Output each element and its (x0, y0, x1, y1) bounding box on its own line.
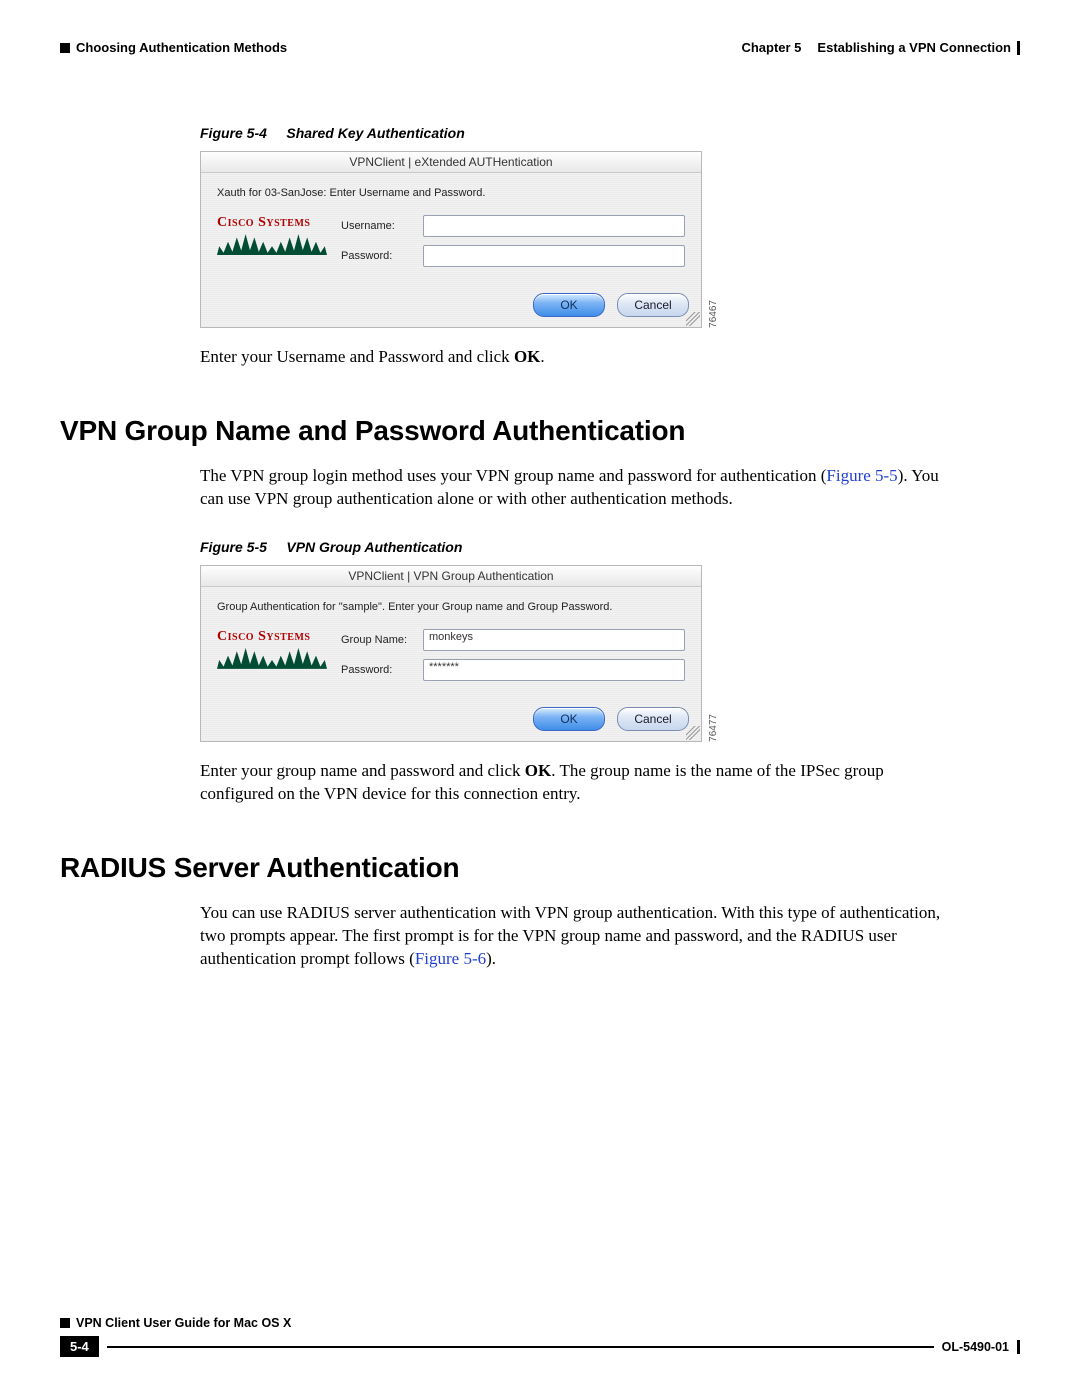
resize-handle-icon[interactable] (686, 726, 700, 740)
header-right: Chapter 5 Establishing a VPN Connection (741, 40, 1020, 55)
header-section-name: Choosing Authentication Methods (76, 40, 287, 55)
running-header: Choosing Authentication Methods Chapter … (60, 40, 1020, 55)
groupname-field[interactable]: monkeys (423, 629, 685, 651)
cisco-bridge-icon (217, 233, 327, 255)
password-label: Password: (341, 250, 423, 262)
footer-guide-title: VPN Client User Guide for Mac OS X (76, 1316, 1020, 1330)
heading-radius: RADIUS Server Authentication (60, 852, 1020, 884)
figure-4-number: Figure 5-4 (200, 125, 267, 141)
cancel-button[interactable]: Cancel (617, 293, 689, 317)
group-auth-dialog-title: VPNClient | VPN Group Authentication (201, 566, 701, 587)
group-password-label: Password: (341, 664, 423, 676)
header-chapter-title: Establishing a VPN Connection (817, 40, 1011, 55)
bold-ok: OK (525, 761, 551, 780)
group-password-field[interactable]: ******* (423, 659, 685, 681)
group-auth-dialog: VPNClient | VPN Group Authentication Gro… (200, 565, 702, 742)
cisco-bridge-icon (217, 647, 327, 669)
figure-4-caption: Figure 5-4 Shared Key Authentication (200, 125, 1020, 141)
heading-vpn-group: VPN Group Name and Password Authenticati… (60, 415, 1020, 447)
xauth-dialog-title: VPNClient | eXtended AUTHentication (201, 152, 701, 173)
figure-5-6-link[interactable]: Figure 5-6 (415, 949, 486, 968)
password-field[interactable] (423, 245, 685, 267)
figure-5-title: VPN Group Authentication (286, 539, 462, 555)
resize-handle-icon[interactable] (686, 312, 700, 326)
header-chapter-number: Chapter 5 (741, 40, 801, 55)
bold-ok: OK (514, 347, 540, 366)
bar-icon (1017, 1340, 1020, 1354)
para-vpn-group: The VPN group login method uses your VPN… (200, 465, 960, 511)
cisco-brand-text: Cisco Systems (217, 629, 327, 645)
footer-doc-id: OL-5490-01 (942, 1340, 1009, 1354)
cisco-logo: Cisco Systems (217, 629, 327, 669)
ok-button[interactable]: OK (533, 707, 605, 731)
ok-button[interactable]: OK (533, 293, 605, 317)
figure-5-code: 76477 (708, 713, 719, 742)
square-bullet-icon (60, 1318, 70, 1328)
xauth-dialog: VPNClient | eXtended AUTHentication Xaut… (200, 151, 702, 328)
bar-icon (1017, 41, 1020, 55)
cancel-button[interactable]: Cancel (617, 707, 689, 731)
cisco-brand-text: Cisco Systems (217, 215, 327, 231)
text: ). (486, 949, 496, 968)
cisco-logo: Cisco Systems (217, 215, 327, 255)
header-left: Choosing Authentication Methods (60, 40, 287, 55)
text: You can use RADIUS server authentication… (200, 903, 940, 968)
xauth-prompt: Xauth for 03-SanJose: Enter Username and… (217, 187, 685, 199)
square-bullet-icon (60, 43, 70, 53)
groupname-label: Group Name: (341, 634, 423, 646)
page-number: 5-4 (60, 1336, 99, 1357)
text: The VPN group login method uses your VPN… (200, 466, 826, 485)
footer-rule (107, 1346, 934, 1348)
group-auth-prompt: Group Authentication for "sample". Enter… (217, 601, 685, 613)
text: . (540, 347, 544, 366)
para-after-fig5: Enter your group name and password and c… (200, 760, 960, 806)
figure-4-title: Shared Key Authentication (286, 125, 464, 141)
para-after-fig4: Enter your Username and Password and cli… (200, 346, 960, 369)
figure-5-5-link[interactable]: Figure 5-5 (826, 466, 897, 485)
figure-4-dialog-wrap: VPNClient | eXtended AUTHentication Xaut… (200, 151, 1020, 328)
username-field[interactable] (423, 215, 685, 237)
text: Enter your group name and password and c… (200, 761, 525, 780)
username-label: Username: (341, 220, 423, 232)
figure-4-code: 76467 (708, 299, 719, 328)
figure-5-caption: Figure 5-5 VPN Group Authentication (200, 539, 1020, 555)
text: Enter your Username and Password and cli… (200, 347, 514, 366)
para-radius: You can use RADIUS server authentication… (200, 902, 960, 971)
figure-5-number: Figure 5-5 (200, 539, 267, 555)
page-footer: VPN Client User Guide for Mac OS X 5-4 O… (60, 1316, 1020, 1357)
figure-5-dialog-wrap: VPNClient | VPN Group Authentication Gro… (200, 565, 1020, 742)
